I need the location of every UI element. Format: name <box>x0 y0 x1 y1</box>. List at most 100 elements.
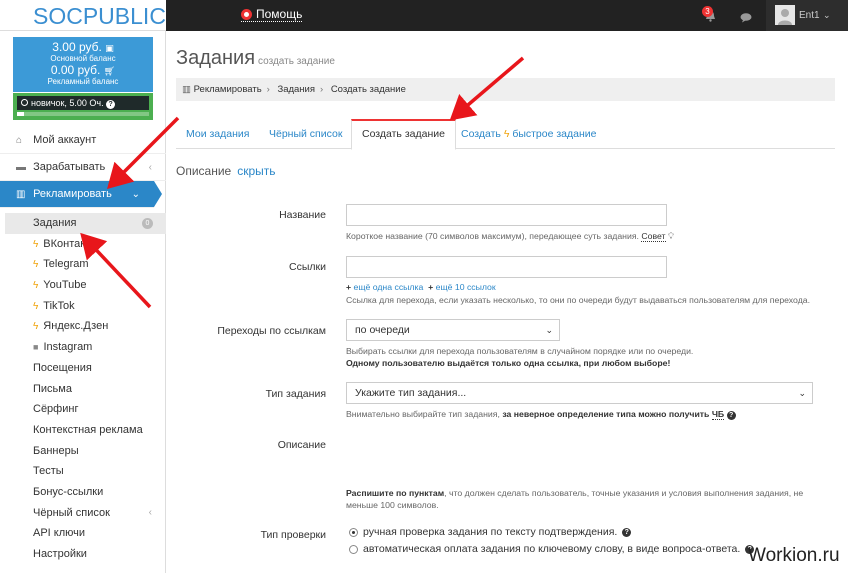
description-header: Описание скрыть <box>176 164 276 178</box>
sidebar-item-instagram[interactable]: ■ Instagram <box>0 337 166 358</box>
briefcase-icon: ▬ <box>16 162 26 173</box>
sidebar-item-telegram[interactable]: ϟ Telegram <box>0 254 166 275</box>
hide-link[interactable]: скрыть <box>237 164 275 178</box>
main-balance-value: 3.00 руб. ▣ <box>52 40 114 54</box>
question-icon: ? <box>106 100 116 109</box>
sidebar-item-advertise[interactable]: ▥ Рекламировать ⌄ <box>0 181 162 208</box>
sidebar-item-vk[interactable]: ϟ ВКонтакте <box>0 234 166 255</box>
radio-selected-icon <box>349 527 358 537</box>
sidebar-item-tiktok[interactable]: ϟ TikTok <box>0 296 166 317</box>
sidebar-item-letters[interactable]: Письма <box>0 379 166 400</box>
sidebar-item-banners[interactable]: Баннеры <box>0 441 166 462</box>
links-label: Ссылки <box>289 261 326 273</box>
sidebar: 3.00 руб. ▣ Основной баланс 0.00 руб. 🛒︎… <box>0 31 166 573</box>
transitions-help: Выбирать ссылки для перехода пользовател… <box>346 346 694 356</box>
add-one-link[interactable]: + ещё одна ссылка <box>346 282 423 292</box>
ad-balance-value: 0.00 руб. 🛒︎ <box>50 63 116 77</box>
add-ten-links[interactable]: + ещё 10 ссылок <box>428 282 496 292</box>
level-text: новичок, 5.00 Оч. ? <box>17 96 149 110</box>
chevron-down-icon: ⌄ <box>798 388 806 398</box>
check-manual-radio[interactable]: ручная проверка задания по тексту подтве… <box>349 526 632 538</box>
sidebar-item-settings[interactable]: Настройки <box>0 544 166 565</box>
chevron-down-icon: ⌄ <box>545 325 553 335</box>
name-input[interactable] <box>346 204 667 226</box>
sidebar-item-youtube[interactable]: ϟ YouTube <box>0 275 166 296</box>
level-progress-fill <box>17 112 24 116</box>
links-input[interactable] <box>346 256 667 278</box>
lifebuoy-icon <box>241 9 252 20</box>
bolt-icon: ϟ <box>33 321 39 333</box>
lightbulb-icon: 💡︎ <box>667 231 675 241</box>
page-title: Задания создать задание <box>176 47 335 69</box>
notification-count-badge: 3 <box>702 6 713 17</box>
help-label: Помощь <box>256 7 303 21</box>
question-icon: ? <box>622 527 632 537</box>
bar-chart-icon: ▥ <box>182 84 191 95</box>
square-icon: ■ <box>33 342 39 353</box>
transitions-select[interactable]: по очереди ⌄ <box>346 319 560 341</box>
breadcrumb-tasks[interactable]: Задания <box>277 84 315 95</box>
sidebar-item-account[interactable]: ⌂ Мой аккаунт <box>0 127 166 154</box>
bolt-icon: ϟ <box>33 300 39 312</box>
transitions-label: Переходы по ссылкам <box>217 325 326 337</box>
username[interactable]: Ent1 <box>799 10 820 21</box>
sidebar-item-surfing[interactable]: Сёрфинг <box>0 399 166 420</box>
level-box[interactable]: новичок, 5.00 Оч. ? <box>13 93 153 120</box>
tab-my-tasks[interactable]: Мои задания <box>186 119 249 149</box>
links-help: Ссылка для перехода, если указать нескол… <box>346 295 811 305</box>
tab-blacklist[interactable]: Чёрный список <box>269 119 342 149</box>
task-type-help: Внимательно выбирайте тип задания, за не… <box>346 409 736 420</box>
bolt-icon: ϟ <box>33 280 39 292</box>
blacklist-link[interactable]: ЧБ <box>711 409 725 420</box>
sidebar-item-tests[interactable]: Тесты <box>0 461 166 482</box>
page-subtitle: создать задание <box>258 56 335 67</box>
chat-icon[interactable] <box>740 12 753 23</box>
description-label: Описание <box>277 439 326 451</box>
watermark: Workion.ru <box>748 545 840 566</box>
home-icon: ⌂ <box>16 135 23 146</box>
chevron-left-icon: ‹ <box>148 162 152 173</box>
sidebar-item-visits[interactable]: Посещения <box>0 358 166 379</box>
tip-link[interactable]: Совет <box>641 231 666 242</box>
tab-create-task[interactable]: Создать задание <box>351 119 456 150</box>
tasks-count-badge: 0 <box>142 218 153 229</box>
level-ring-icon <box>21 99 28 106</box>
description-help: Распишите по пунктам, что должен сделать… <box>346 488 804 498</box>
plus-icon: + <box>428 282 434 292</box>
check-auto-radio[interactable]: автоматическая оплата задания по ключево… <box>349 543 755 555</box>
bolt-icon: ϟ <box>33 238 39 250</box>
level-progress-bar <box>17 112 149 116</box>
chevron-left-icon: ‹ <box>148 506 152 518</box>
sidebar-item-bonus[interactable]: Бонус-ссылки <box>0 482 166 503</box>
chevron-down-icon[interactable]: ⌄ <box>823 10 831 21</box>
check-type-label: Тип проверки <box>260 529 326 541</box>
logo[interactable]: SOCPUBLIC <box>33 3 166 30</box>
sidebar-item-api[interactable]: API ключи <box>0 523 166 544</box>
avatar[interactable] <box>775 5 795 25</box>
name-label: Название <box>279 209 326 221</box>
bar-chart-icon: ▥ <box>16 189 26 200</box>
question-icon: ? <box>726 411 736 420</box>
balance-box[interactable]: 3.00 руб. ▣ Основной баланс 0.00 руб. 🛒︎… <box>13 37 153 92</box>
radio-empty-icon <box>349 544 358 554</box>
plus-icon: + <box>346 282 352 292</box>
description-help-2: меньше 100 символов. <box>346 500 439 510</box>
sidebar-item-dzen[interactable]: ϟ Яндекс.Дзен <box>0 316 166 337</box>
ad-balance-label: Рекламный баланс <box>47 77 119 86</box>
main-balance-label: Основной баланс <box>50 54 116 63</box>
breadcrumb-advertise[interactable]: Рекламировать <box>194 84 262 95</box>
name-help: Короткое название (70 символов максимум)… <box>346 231 675 242</box>
task-type-label: Тип задания <box>265 388 326 400</box>
breadcrumb-create: Создать задание <box>330 84 406 95</box>
logo-area[interactable]: SOCPUBLIC <box>0 0 166 31</box>
add-links-row: + ещё одна ссылка + ещё 10 ссылок <box>346 282 496 292</box>
sidebar-item-context[interactable]: Контекстная реклама <box>0 420 166 441</box>
sidebar-item-tasks[interactable]: Задания 0 <box>5 213 166 234</box>
tab-create-quick[interactable]: Создать ϟ быстрое задание <box>461 119 597 149</box>
sidebar-item-blacklist[interactable]: Чёрный список ‹ <box>0 503 166 524</box>
help-link[interactable]: Помощь <box>241 7 303 22</box>
cart-icon: 🛒︎ <box>103 66 116 76</box>
sidebar-item-earn[interactable]: ▬ Зарабатывать ‹ <box>0 154 166 181</box>
task-type-select[interactable]: Укажите тип задания... ⌄ <box>346 382 813 404</box>
breadcrumb: ▥ Рекламировать › Задания › Создать задани… <box>176 78 835 101</box>
